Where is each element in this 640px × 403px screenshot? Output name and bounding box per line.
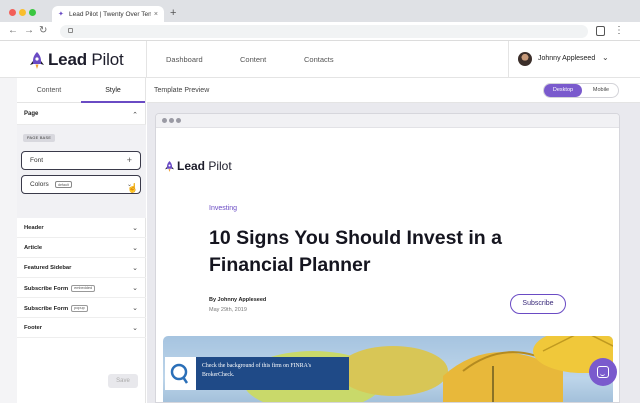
- font-field[interactable]: Font +: [21, 151, 141, 170]
- brokercheck-text: Check the background of this firm on FIN…: [196, 357, 349, 390]
- browser-tab-bar: ✦ Lead Pilot | Twenty Over Ten × +: [0, 0, 640, 22]
- pointer-cursor-icon: ☝: [127, 183, 139, 193]
- section-label: Featured Sidebar: [24, 265, 72, 271]
- chevron-down-icon[interactable]: ⌄: [132, 305, 138, 312]
- tab-content[interactable]: Content: [17, 78, 81, 103]
- nav-content[interactable]: Content: [240, 55, 266, 64]
- section-tag: embedded: [71, 285, 96, 292]
- font-label: Font: [30, 157, 44, 164]
- page-section-label: Page: [24, 111, 39, 117]
- page-section-header[interactable]: Page ⌃: [17, 103, 146, 125]
- mobile-toggle-button[interactable]: Mobile: [582, 84, 620, 97]
- rocket-icon: ✦: [58, 10, 64, 18]
- user-name[interactable]: Johnny Appleseed: [538, 55, 595, 62]
- logo-text-bold: Lead: [177, 159, 206, 173]
- browser-tab[interactable]: ✦ Lead Pilot | Twenty Over Ten ×: [52, 6, 164, 22]
- window-close-button[interactable]: [9, 9, 16, 16]
- section-subscribe-popup[interactable]: Subscribe Form popup ⌄: [17, 298, 146, 318]
- forward-icon[interactable]: →: [24, 25, 34, 37]
- colors-field[interactable]: Colors default ⌄: [21, 175, 141, 194]
- header-divider: [146, 41, 147, 78]
- colors-label: Colors: [30, 181, 49, 188]
- address-bar-row: ← → ↻ ⋮: [0, 22, 640, 41]
- section-footer[interactable]: Footer ⌄: [17, 318, 146, 338]
- frame-dot: [162, 118, 167, 123]
- logo-text-rest: Pilot: [205, 159, 232, 173]
- back-icon[interactable]: ←: [8, 25, 18, 37]
- chat-launcher-button[interactable]: [589, 358, 617, 386]
- chevron-down-icon[interactable]: ⌄: [132, 265, 138, 272]
- url-input[interactable]: [60, 25, 588, 38]
- page-base-tag: PAGE BASE: [23, 134, 56, 142]
- brokercheck-icon: [165, 357, 196, 390]
- profile-icon[interactable]: [596, 26, 605, 36]
- frame-dot: [176, 118, 181, 123]
- lock-icon: [68, 28, 73, 33]
- chevron-down-icon[interactable]: ⌄: [132, 325, 138, 332]
- nav-contacts[interactable]: Contacts: [304, 55, 334, 64]
- chat-icon: [597, 366, 609, 378]
- template-preview-frame: Lead Pilot Investing 10 Signs You Should…: [155, 113, 620, 403]
- chevron-down-icon[interactable]: ⌄: [132, 285, 138, 292]
- preview-title: Template Preview: [154, 87, 210, 94]
- chevron-down-icon[interactable]: ⌄: [132, 225, 138, 232]
- new-tab-button[interactable]: +: [170, 8, 176, 19]
- section-label: Subscribe Form: [24, 286, 69, 293]
- preview-frame-bar: [156, 114, 619, 128]
- section-label: Subscribe Form: [24, 306, 69, 313]
- chevron-down-icon[interactable]: ⌄: [132, 245, 138, 252]
- section-tag: popup: [71, 305, 88, 312]
- section-article[interactable]: Article ⌄: [17, 238, 146, 258]
- reload-icon[interactable]: ↻: [39, 25, 47, 37]
- header-divider: [508, 41, 509, 78]
- article-date: May 29th, 2019: [209, 307, 247, 313]
- app-logo[interactable]: Lead Pilot: [30, 50, 124, 70]
- logo-text-bold: Lead: [48, 50, 87, 69]
- window-zoom-button[interactable]: [29, 9, 36, 16]
- browser-menu-icon[interactable]: ⋮: [614, 26, 624, 36]
- device-toggle: Desktop Mobile: [543, 83, 619, 98]
- article-author: By Johnny Appleseed: [209, 297, 267, 303]
- section-subscribe-embedded[interactable]: Subscribe Form embedded ⌄: [17, 278, 146, 298]
- tab-style[interactable]: Style: [81, 78, 145, 103]
- app-header: Lead Pilot Dashboard Content Contacts Jo…: [0, 41, 640, 78]
- article-category[interactable]: Investing: [209, 205, 237, 212]
- section-header[interactable]: Header ⌄: [17, 218, 146, 238]
- brokercheck-notice[interactable]: Check the background of this firm on FIN…: [165, 357, 349, 390]
- avatar[interactable]: [518, 52, 532, 66]
- chevron-down-icon[interactable]: ⌄: [602, 53, 609, 62]
- browser-tab-title: Lead Pilot | Twenty Over Ten: [69, 10, 151, 18]
- save-button[interactable]: Save: [108, 374, 138, 388]
- preview-toolbar: Template Preview Desktop Mobile: [147, 78, 640, 103]
- section-featured-sidebar[interactable]: Featured Sidebar ⌄: [17, 258, 146, 278]
- rocket-icon: [30, 51, 44, 69]
- plus-icon[interactable]: +: [127, 155, 132, 165]
- chevron-up-icon[interactable]: ⌃: [132, 112, 138, 119]
- window-minimize-button[interactable]: [19, 9, 26, 16]
- preview-logo: Lead Pilot: [165, 159, 232, 173]
- default-badge: default: [55, 181, 72, 188]
- section-label: Article: [24, 245, 43, 251]
- section-label: Header: [24, 225, 44, 231]
- desktop-toggle-button[interactable]: Desktop: [544, 84, 582, 97]
- article-headline: 10 Signs You Should Invest in a Financia…: [209, 227, 502, 276]
- left-gutter: [0, 78, 17, 403]
- tab-close-icon[interactable]: ×: [154, 11, 158, 18]
- frame-dot: [169, 118, 174, 123]
- subscribe-button[interactable]: Subscribe: [510, 294, 566, 314]
- logo-text-rest: Pilot: [86, 50, 124, 69]
- nav-dashboard[interactable]: Dashboard: [166, 55, 203, 64]
- section-label: Footer: [24, 325, 43, 331]
- rocket-icon: [165, 160, 174, 172]
